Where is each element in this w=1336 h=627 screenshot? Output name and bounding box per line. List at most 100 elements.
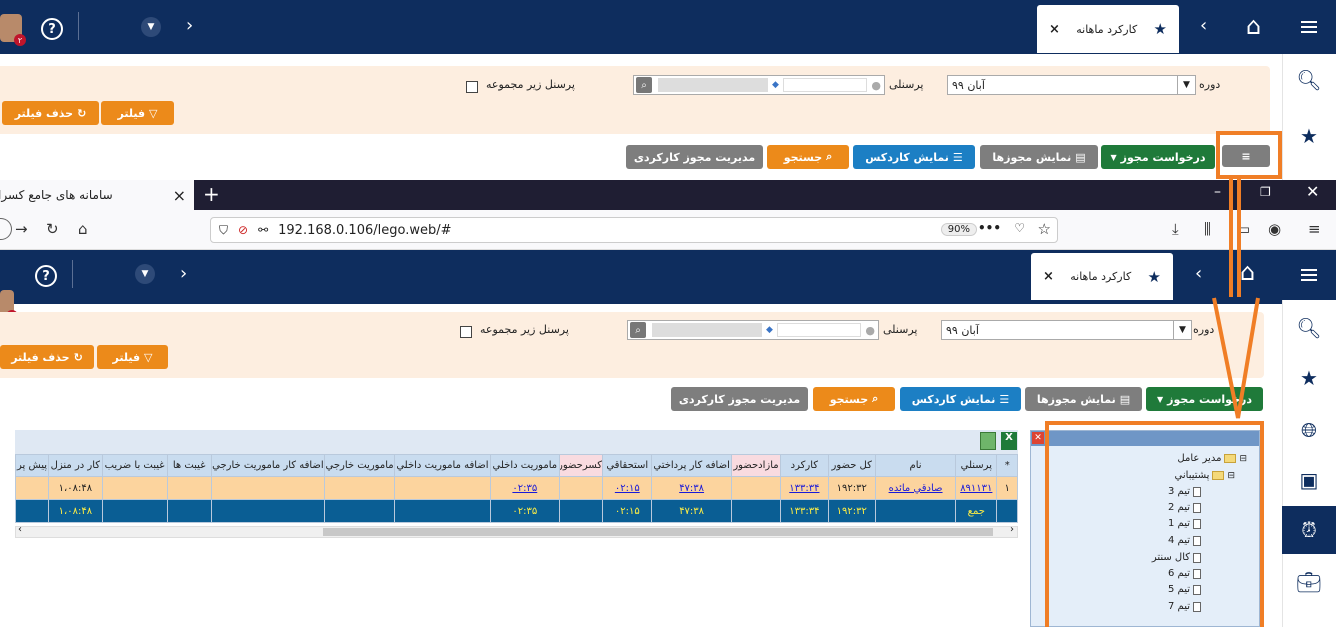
search-button[interactable]: جستجو ⌕ <box>767 145 849 169</box>
work-link[interactable]: ۱۳۳:۳۴ <box>789 483 819 494</box>
menu-icon[interactable]: ≡ <box>1308 220 1321 238</box>
col-header[interactable]: نام <box>874 454 957 477</box>
presentation-icon[interactable]: ▣ <box>1282 456 1336 504</box>
back-button[interactable] <box>0 218 12 240</box>
period-select[interactable]: آبان ۹۹ ▼ <box>947 75 1196 95</box>
pocket-icon[interactable]: ♡ <box>1014 221 1025 235</box>
col-header[interactable]: پيش پر <box>14 454 50 477</box>
search-heart-icon[interactable]: 🔍︎ <box>1282 56 1336 104</box>
chevron-right-icon[interactable]: › <box>186 15 193 36</box>
col-header[interactable]: کل حضور <box>827 454 876 477</box>
zoom-indicator[interactable]: 90% <box>940 223 977 236</box>
chevron-down-icon[interactable]: ▼ <box>135 264 155 284</box>
home-icon[interactable]: ⌂ <box>1246 12 1261 40</box>
col-header[interactable]: ماموريت داخلي <box>489 454 560 477</box>
minimize-icon[interactable]: – <box>1214 184 1221 200</box>
browser-tab[interactable]: سامانه های جامع کسرا × <box>0 180 194 210</box>
close-icon[interactable]: × <box>1049 22 1060 37</box>
col-header[interactable]: کارکرد <box>780 454 829 477</box>
star-icon[interactable]: ★ <box>1282 112 1336 160</box>
new-tab-icon[interactable]: + <box>203 182 220 206</box>
show-cardex-button[interactable]: نمایش کاردکس ☰ <box>853 145 975 169</box>
col-header[interactable]: اضافه ماموريت داخلي <box>394 454 491 477</box>
col-header[interactable]: کار در منزل <box>48 454 103 477</box>
col-header[interactable]: استحقاقي <box>602 454 653 477</box>
excel-icon[interactable]: X <box>1001 432 1017 450</box>
clear-filter-button[interactable]: حذف فیلتر ↻ <box>2 101 99 125</box>
bookmark-star-icon[interactable]: ☆ <box>1038 220 1051 238</box>
globe-icon[interactable]: 🌐︎ <box>1282 406 1336 454</box>
col-header[interactable]: غيبت ها <box>166 454 212 477</box>
filter-button[interactable]: فیلتر ▽ <box>97 345 168 369</box>
close-icon[interactable]: ✕ <box>1032 432 1044 444</box>
col-header[interactable]: کسرحضور <box>558 454 604 477</box>
show-cardex-button[interactable]: نمایش کاردکس ☰ <box>900 387 1021 411</box>
reload-icon[interactable]: ↻ <box>46 220 59 238</box>
personnel-name-input[interactable] <box>782 78 868 92</box>
show-permits-button[interactable]: نمایش مجوزها ▤ <box>980 145 1098 169</box>
manage-work-permit-button[interactable]: مدیریت مجوز کارکردی <box>626 145 763 169</box>
sub-personnel-checkbox[interactable] <box>466 81 478 93</box>
horizontal-scrollbar[interactable]: ‹ › <box>15 524 1018 538</box>
close-window-icon[interactable]: ✕ <box>1306 182 1319 201</box>
period-select[interactable]: آبان ۹۹ ▼ <box>941 320 1192 340</box>
tab-monthly-work[interactable]: × کارکرد ماهانه ★ <box>1031 253 1173 300</box>
col-header[interactable]: اضافه کار پرداختي <box>651 454 732 477</box>
personnel-link[interactable]: ۸۹۱۱۳۱ <box>960 483 992 494</box>
personnel-code-input[interactable] <box>652 323 762 337</box>
overtime-link[interactable]: ۴۷:۳۸ <box>679 483 704 494</box>
personnel-combo[interactable]: ⌕ ◆ ● <box>633 75 885 95</box>
search-button[interactable]: جستجو ⌕ <box>813 387 895 411</box>
close-icon[interactable]: × <box>1043 269 1054 284</box>
home-icon[interactable]: ⌂ <box>1240 258 1255 286</box>
url-bar[interactable]: ⛉ ⊘ ⚯ 192.168.0.106/lego.web/# 90% ••• ♡… <box>210 217 1058 243</box>
clear-filter-button[interactable]: حذف فیلتر ↻ <box>0 345 94 369</box>
avatar[interactable]: ۲ <box>0 14 26 46</box>
personnel-code-input[interactable] <box>658 78 768 92</box>
search-icon[interactable]: ⌕ <box>636 77 652 93</box>
personnel-combo[interactable]: ⌕ ◆ ● <box>627 320 879 340</box>
scroll-thumb[interactable] <box>323 528 993 536</box>
restore-icon[interactable]: ❐ <box>1260 185 1271 199</box>
chevron-down-icon[interactable]: ▼ <box>141 17 161 37</box>
close-icon[interactable]: × <box>173 186 186 205</box>
col-header[interactable]: پرسنلي <box>955 454 998 477</box>
download-icon[interactable]: ⤓ <box>1172 220 1179 238</box>
tab-monthly-work[interactable]: × کارکرد ماهانه ★ <box>1037 5 1179 53</box>
col-header[interactable]: مازادحضور <box>730 454 782 477</box>
star-icon[interactable]: ★ <box>1282 354 1336 402</box>
search-icon[interactable]: ⌕ <box>630 322 646 338</box>
briefcase-icon[interactable]: 💼︎ <box>1282 558 1336 606</box>
col-header[interactable]: اضافه کار ماموريت خارجي <box>210 454 326 477</box>
more-icon[interactable]: ••• <box>978 221 1001 235</box>
request-permit-button[interactable]: ▼ درخواست مجوز <box>1101 145 1215 169</box>
table-row[interactable]: ۱ ۸۹۱۱۳۱ صادقي مائده ۱۹۲:۳۲ ۱۳۳:۳۴ ۴۷:۳۸… <box>14 476 1018 500</box>
filter-button[interactable]: فیلتر ▽ <box>101 101 174 125</box>
chevron-left-icon[interactable]: ‹ <box>1200 15 1207 36</box>
manage-work-permit-button[interactable]: مدیریت مجوز کارکردی <box>671 387 808 411</box>
alarm-clock-icon[interactable]: ⏰︎ <box>1282 506 1336 554</box>
col-header[interactable]: ماموريت خارجي <box>324 454 396 477</box>
chevron-left-icon[interactable]: ‹ <box>1195 263 1202 284</box>
scroll-right-icon[interactable]: › <box>1010 524 1014 535</box>
bottom-menu-button[interactable] <box>1282 250 1336 300</box>
chevron-right-icon[interactable]: › <box>180 263 187 284</box>
col-header[interactable]: غيبت با ضريب <box>101 454 168 477</box>
name-link[interactable]: صادقي مائده <box>889 483 943 494</box>
personnel-name-input[interactable] <box>776 323 862 337</box>
scroll-left-icon[interactable]: ‹ <box>18 524 22 535</box>
mission-link[interactable]: ۰۲:۳۵ <box>512 483 537 494</box>
col-header[interactable]: * <box>996 454 1018 477</box>
home-icon[interactable]: ⌂ <box>78 220 88 238</box>
search-heart-icon[interactable]: 🔍︎ <box>1282 304 1336 352</box>
forward-icon[interactable]: → <box>15 220 28 238</box>
show-permits-button[interactable]: نمایش مجوزها ▤ <box>1025 387 1142 411</box>
library-icon[interactable]: ⫼ <box>1204 220 1211 238</box>
sub-personnel-checkbox[interactable] <box>460 326 472 338</box>
top-menu-button[interactable] <box>1282 0 1336 54</box>
help-icon[interactable]: ? <box>35 265 57 287</box>
entitled-link[interactable]: ۰۲:۱۵ <box>615 483 640 494</box>
account-icon[interactable]: ◉ <box>1268 220 1281 238</box>
help-icon[interactable]: ? <box>41 18 63 40</box>
table-icon[interactable] <box>980 432 996 450</box>
